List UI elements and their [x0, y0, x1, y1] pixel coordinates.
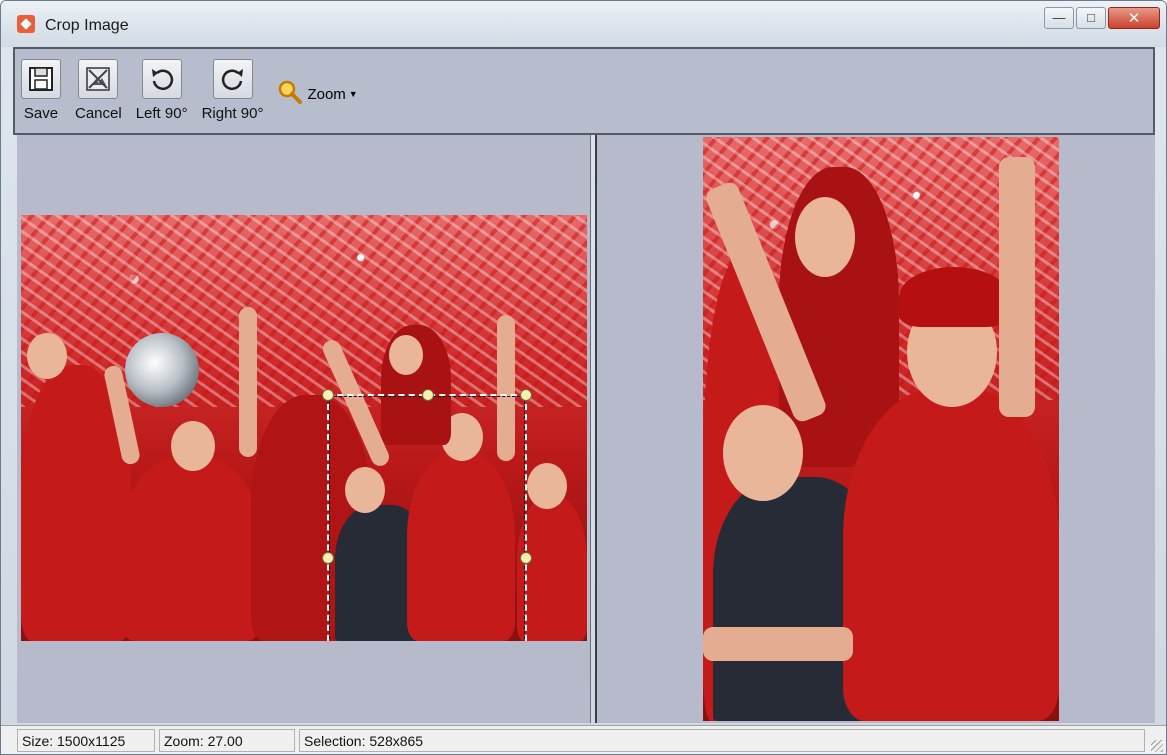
rotate-left-icon [141, 59, 182, 99]
crop-handle-top-right[interactable] [520, 389, 532, 401]
preview-pane [595, 135, 1155, 723]
crop-handle-right[interactable] [520, 552, 532, 564]
window-title: Crop Image [45, 17, 129, 34]
rotate-left-label: Left 90° [135, 105, 188, 122]
crop-handle-left[interactable] [322, 552, 334, 564]
close-icon: ✕ [1127, 10, 1141, 27]
app-icon [17, 15, 35, 33]
crop-selection-box[interactable] [322, 389, 532, 641]
photo-face [723, 405, 803, 501]
photo-arm [703, 627, 853, 661]
minimize-button[interactable]: — [1044, 7, 1074, 29]
maximize-icon: □ [1087, 10, 1095, 25]
trophy-image [125, 333, 199, 407]
photo-face [389, 335, 423, 375]
minimize-icon: — [1052, 10, 1066, 25]
status-selection: Selection: 528x865 [299, 729, 1145, 752]
status-size: Size: 1500x1125 [17, 729, 155, 752]
crop-handle-top[interactable] [422, 389, 434, 401]
close-button[interactable]: ✕ [1108, 7, 1160, 29]
window-controls: — □ ✕ [1044, 7, 1160, 29]
photo-face [795, 197, 855, 277]
photo-face [171, 421, 215, 471]
photo-face [527, 463, 567, 509]
resize-grip[interactable] [1151, 740, 1163, 752]
rotate-right-label: Right 90° [201, 105, 264, 122]
photo-arm [999, 157, 1035, 417]
crop-handle-top-left[interactable] [322, 389, 334, 401]
rotate-right-button[interactable]: Right 90° [201, 49, 264, 122]
magnifier-icon [277, 79, 303, 109]
chevron-down-icon: ▼ [348, 89, 358, 99]
cropped-preview-photo [703, 137, 1059, 721]
cancel-label: Cancel [75, 105, 122, 122]
cancel-crop-icon [78, 59, 119, 99]
zoom-dropdown-button[interactable]: Zoom ▼ [277, 79, 358, 109]
photo-face [27, 333, 67, 379]
toolbar-frame: Save Cancel Left 90° Right 90° Zoom ▼ [13, 47, 1155, 135]
rotate-left-button[interactable]: Left 90° [136, 49, 188, 122]
source-photo[interactable] [21, 215, 587, 641]
photo-arm [239, 307, 257, 457]
photo-person [517, 495, 587, 641]
toolbar: Save Cancel Left 90° Right 90° Zoom ▼ [21, 49, 358, 133]
photo-person [843, 387, 1059, 721]
cancel-button[interactable]: Cancel [75, 49, 122, 122]
status-bar: Size: 1500x1125 Zoom: 27.00 Selection: 5… [1, 725, 1166, 754]
zoom-label: Zoom [307, 85, 346, 103]
source-image-pane[interactable] [17, 135, 591, 723]
photo-hat [899, 267, 1009, 327]
crop-image-window: Crop Image — □ ✕ Save Cancel Left 90° Ri… [0, 0, 1167, 755]
save-label: Save [23, 105, 59, 122]
maximize-button[interactable]: □ [1076, 7, 1106, 29]
floppy-disk-icon [21, 59, 61, 99]
save-button[interactable]: Save [21, 49, 61, 122]
photo-person [121, 455, 261, 641]
title-bar[interactable]: Crop Image — □ ✕ [1, 1, 1166, 47]
status-zoom: Zoom: 27.00 [159, 729, 295, 752]
rotate-right-icon [212, 59, 253, 99]
